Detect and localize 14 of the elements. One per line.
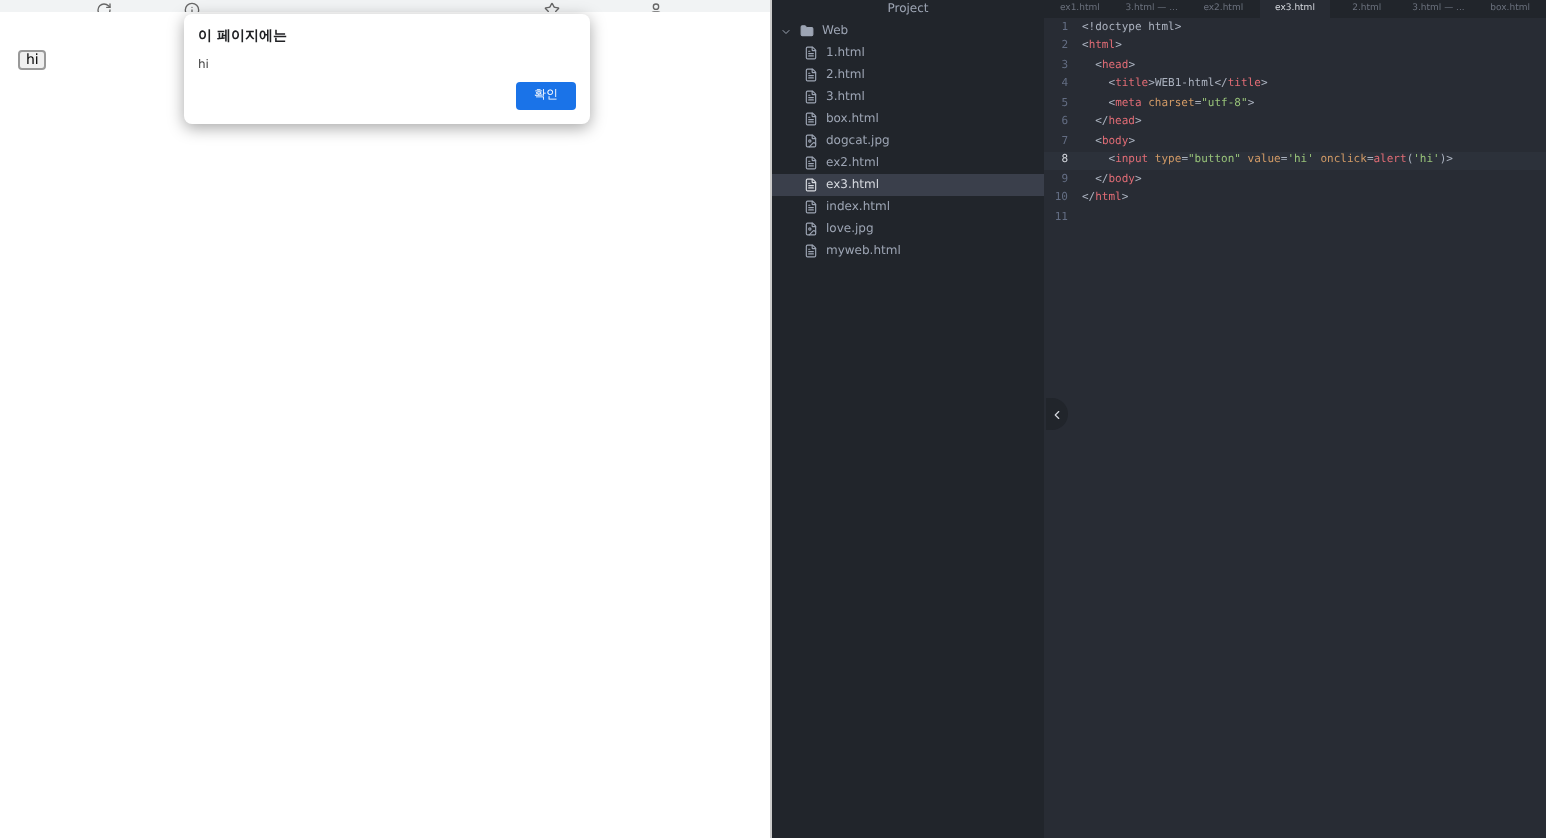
collapse-handle[interactable] bbox=[1046, 398, 1068, 430]
file-icon bbox=[804, 112, 818, 126]
image-file-icon bbox=[804, 134, 818, 148]
image-file-icon bbox=[804, 222, 818, 236]
chevron-down-icon[interactable] bbox=[780, 25, 792, 37]
file-icon bbox=[804, 178, 818, 192]
folder-icon bbox=[800, 24, 814, 38]
file-icon bbox=[804, 244, 818, 258]
file-icon bbox=[804, 46, 818, 60]
file-icon bbox=[804, 68, 818, 82]
chevron-left-icon bbox=[1050, 407, 1064, 421]
file-icon bbox=[804, 90, 818, 104]
file-icon bbox=[804, 156, 818, 170]
file-icon bbox=[804, 200, 818, 214]
